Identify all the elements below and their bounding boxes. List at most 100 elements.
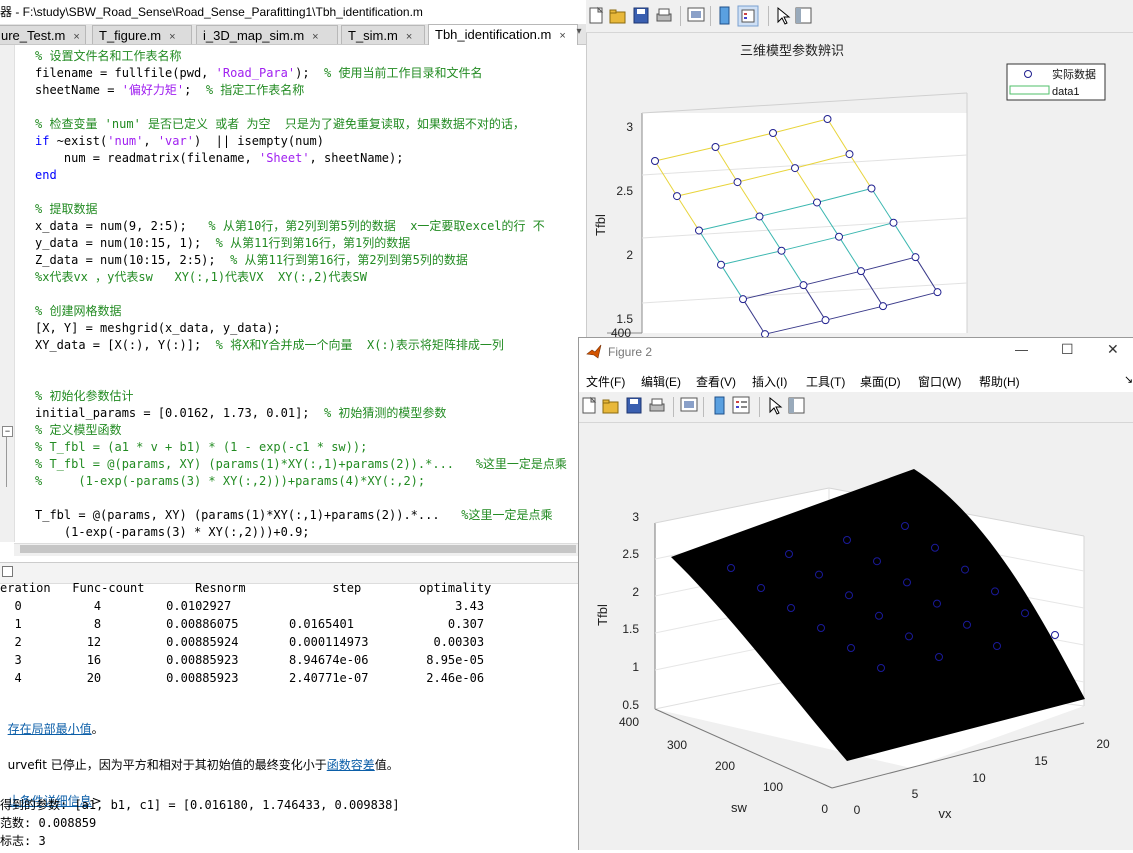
code-token: % 使用当前工作目录和文件名 (324, 66, 483, 80)
z-tick-label: 1 (632, 660, 639, 674)
tab-3d-map-sim[interactable]: i_3D_map_sim.m × (196, 25, 338, 44)
code-area[interactable]: % 设置文件名和工作表名称 filename = fullfile(pwd, 'R… (35, 48, 586, 541)
code-line[interactable]: % T_fbl = @(params, XY) (params(1)*XY(:,… (35, 456, 586, 473)
figure-2-window-title: Figure 2 (608, 345, 653, 359)
code-token: y_data = num(10:15, 1); (35, 236, 216, 250)
code-line[interactable] (35, 99, 586, 116)
code-line[interactable]: if ~exist('num', 'var') || isempty(num) (35, 133, 586, 150)
collapse-icon[interactable] (2, 566, 13, 577)
maximize-button[interactable]: ☐ (1061, 341, 1074, 358)
code-line[interactable]: %x代表vx ，y代表sw XY(:,1)代表VX XY(:,2)代表SW (35, 269, 586, 286)
code-line[interactable]: % 创建网格数据 (35, 303, 586, 320)
iteration-row: 4 20 0.00885923 2.40771e-07 2.46e-06 (0, 671, 485, 685)
function-tolerance-link[interactable]: 函数容差 (327, 758, 375, 772)
code-token: '偏好力矩' (121, 83, 185, 97)
code-line[interactable]: XY_data = [X(:), Y(:)]; % 将X和Y合并成一个向量 X(… (35, 337, 586, 354)
code-line[interactable]: % 定义模型函数 (35, 422, 586, 439)
data-marker (911, 253, 920, 262)
tab-overflow-icon[interactable]: ▾ (572, 26, 586, 42)
code-line[interactable] (35, 286, 586, 303)
close-icon[interactable]: × (73, 31, 79, 43)
code-line[interactable]: (1-exp(-params(3) * XY(:,2)))+0.9; (35, 524, 586, 541)
figure-2-canvas[interactable]: 3 2.5 2 1.5 1 0.5 Tfbl 400 300 200 100 0… (579, 423, 1133, 850)
close-icon[interactable]: × (406, 31, 412, 43)
x-tick-label: 0 (854, 803, 861, 817)
code-line[interactable]: x_data = num(9, 2:5); % 从第10行，第2列到第5列的数据… (35, 218, 586, 235)
code-line[interactable] (35, 184, 586, 201)
editor-window-title: 器 - F:\study\SBW_Road_Sense\Road_Sense_P… (0, 5, 423, 19)
data-marker (777, 246, 786, 255)
code-line[interactable] (35, 371, 586, 388)
menu-edit[interactable]: 编辑(E) (641, 373, 681, 390)
code-token: end (35, 168, 57, 182)
code-line[interactable]: % T_fbl = (a1 * v + b1) * (1 - exp(-c1 *… (35, 439, 586, 456)
code-line[interactable]: end (35, 167, 586, 184)
code-token: % 初始猜测的模型参数 (323, 406, 447, 420)
menu-tools[interactable]: 工具(T) (806, 373, 845, 390)
code-token: 'Sheet' (258, 151, 310, 165)
code-line[interactable]: sheetName = '偏好力矩'; % 指定工作表名称 (35, 82, 586, 99)
tab-t-figure[interactable]: T_figure.m × (92, 25, 192, 44)
tab-t-sim[interactable]: T_sim.m × (341, 25, 425, 44)
code-token: % 创建网格数据 (35, 304, 122, 318)
code-token: 'num' (107, 134, 144, 148)
code-token: % 提取数据 (35, 202, 98, 216)
close-icon[interactable]: × (169, 31, 175, 43)
open-file-icon (602, 399, 619, 414)
code-token: % 定义模型函数 (35, 423, 122, 437)
code-line[interactable] (35, 354, 586, 371)
code-line[interactable]: num = readmatrix(filename, 'Sheet', shee… (35, 150, 586, 167)
menu-insert[interactable]: 插入(I) (752, 373, 787, 390)
menu-window[interactable]: 窗口(W) (918, 373, 961, 390)
code-line[interactable] (35, 490, 586, 507)
code-line[interactable]: y_data = num(10:15, 1); % 从第11行到第16行，第1列… (35, 235, 586, 252)
close-icon[interactable]: × (559, 30, 565, 42)
resnorm-output: 范数: 0.008859 (0, 816, 97, 830)
code-token: , (143, 134, 158, 148)
tab-label: Tbh_identification.m (435, 27, 552, 42)
legend-entry: 实际数据 (1052, 67, 1096, 81)
data-marker (651, 157, 659, 165)
z-tick-label: 2 (632, 585, 639, 599)
tab-label: ure_Test.m (1, 28, 66, 43)
menu-desktop[interactable]: 桌面(D) (860, 373, 901, 390)
matlab-logo-icon (586, 344, 602, 359)
code-token: Z_data = num(10:15, 2:5); (35, 253, 231, 267)
menu-view[interactable]: 查看(V) (696, 373, 736, 390)
minimize-button[interactable]: — (1015, 342, 1028, 357)
pointer-icon (769, 396, 783, 415)
iteration-row: 1 8 0.00886075 0.0165401 0.307 (0, 617, 485, 631)
code-line[interactable]: % 检查变量 'num' 是否已定义 或者 为空 只是为了避免重复读取，如果数据… (35, 116, 586, 133)
data-marker (845, 150, 854, 159)
code-line[interactable]: filename = fullfile(pwd, 'Road_Para'); %… (35, 65, 586, 82)
code-line[interactable]: Z_data = num(10:15, 2:5); % 从第11行到第16行，第… (35, 252, 586, 269)
editor-title-bar: 器 - F:\study\SBW_Road_Sense\Road_Sense_P… (0, 0, 586, 25)
menu-help[interactable]: 帮助(H) (979, 373, 1020, 390)
iteration-table-header: eration Func-count Resnorm step optimali… (0, 581, 492, 595)
tab-tbh-identification[interactable]: Tbh_identification.m × (428, 24, 578, 45)
figure-1-legend: 实际数据 data1 (1006, 63, 1106, 101)
code-token: , sheetName); (309, 151, 404, 165)
menu-overflow-icon[interactable]: ↘ (1124, 373, 1133, 386)
figure-1-canvas[interactable]: 三维模型参数辨识 3 2.5 2 1.5 400 Tfbl 实际数据 data1 (587, 33, 1133, 340)
data-marker (769, 129, 777, 137)
code-line[interactable]: initial_params = [0.0162, 1.73, 0.01]; %… (35, 405, 586, 422)
fold-toggle-icon[interactable]: − (2, 426, 13, 437)
code-line[interactable]: % 设置文件名和工作表名称 (35, 48, 586, 65)
scrollbar-thumb[interactable] (20, 545, 576, 553)
menu-file[interactable]: 文件(F) (586, 373, 625, 390)
code-line[interactable]: [X, Y] = meshgrid(x_data, y_data); (35, 320, 586, 337)
close-button[interactable]: ✕ (1107, 341, 1119, 358)
code-token: % T_fbl = (a1 * v + b1) * (1 - exp(-c1 *… (35, 440, 368, 454)
tab-ure-test[interactable]: ure_Test.m × (0, 25, 86, 44)
code-token: 'var' (157, 134, 194, 148)
code-line[interactable]: % 初始化参数估计 (35, 388, 586, 405)
code-line[interactable]: % (1-exp(-params(3) * XY(:,2)))+params(4… (35, 473, 586, 490)
fold-line (6, 437, 7, 487)
close-icon[interactable]: × (312, 31, 318, 43)
code-line[interactable]: T_fbl = @(params, XY) (params(1)*XY(:,1)… (35, 507, 586, 524)
code-line[interactable]: % 提取数据 (35, 201, 586, 218)
property-inspector-icon (788, 397, 805, 414)
data-marker (813, 198, 821, 207)
local-min-link[interactable]: 存在局部最小值 (8, 722, 92, 736)
